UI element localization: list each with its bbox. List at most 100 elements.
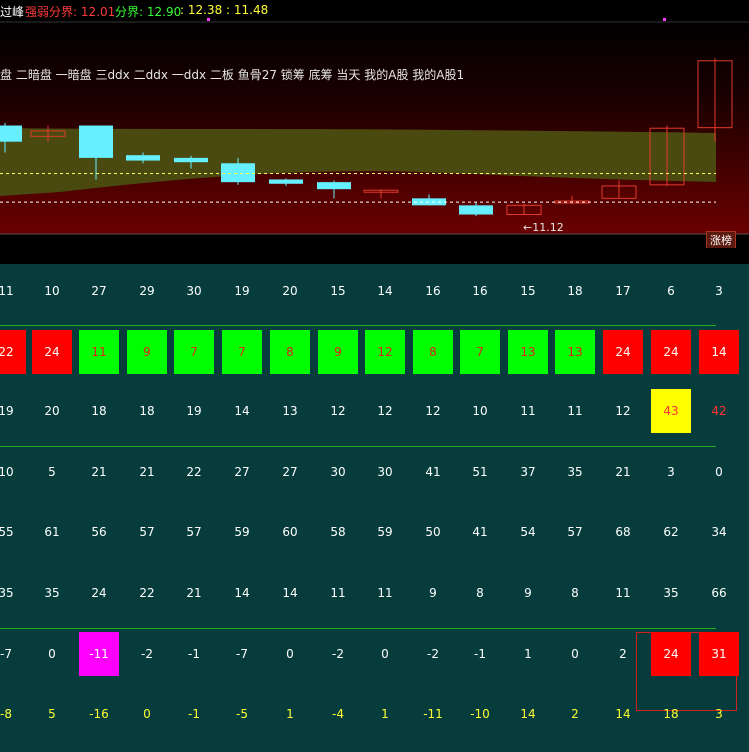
table-cell: 35 <box>0 586 14 600</box>
candle-body <box>363 189 399 193</box>
table-cell: 14 <box>520 707 536 721</box>
table-cell: -1 <box>474 647 486 661</box>
table-cell: 51 <box>472 465 488 479</box>
indicator-header: 过峰 强弱分界: 12.01 分界: 12.90 : 12.38 : 11.48 <box>0 0 749 22</box>
table-cell: 14 <box>615 707 631 721</box>
table-cell: -1 <box>188 707 200 721</box>
table-cell: 14 <box>234 404 250 418</box>
table-cell: 1 <box>286 707 294 721</box>
table-cell: 60 <box>282 525 298 539</box>
table-cell: 6 <box>667 284 675 298</box>
strong-weak-label: 强弱分界: 12.01 <box>25 5 116 19</box>
table-cell: 18 <box>567 284 583 298</box>
table-cell: 30 <box>377 465 393 479</box>
table-cell: 9 <box>429 586 437 600</box>
table-cell: 8 <box>429 345 437 359</box>
table-cell: 19 <box>234 284 250 298</box>
candle <box>506 203 542 216</box>
candlestick-chart[interactable]: 过峰 强弱分界: 12.01 分界: 12.90 : 12.38 : 11.48… <box>0 0 749 249</box>
table-cell: 3 <box>715 284 723 298</box>
table-cell: 11 <box>377 586 393 600</box>
table-cell: -2 <box>332 647 344 661</box>
table-cell: 22 <box>0 345 14 359</box>
table-cell: 16 <box>472 284 488 298</box>
table-cell: 0 <box>48 647 56 661</box>
candle-body <box>601 185 637 199</box>
table-cell: 0 <box>286 647 294 661</box>
table-cell: 16 <box>425 284 441 298</box>
table-cell: 35 <box>567 465 583 479</box>
candle-body <box>649 127 685 186</box>
boundary-label: 分界: 12.90 <box>115 5 182 19</box>
table-cell: -11 <box>423 707 443 721</box>
table-cell: 14 <box>377 284 393 298</box>
table-cell: 18 <box>91 404 107 418</box>
table-cell: -2 <box>427 647 439 661</box>
low-price-label: ←11.12 <box>523 221 564 234</box>
candle-body <box>174 157 208 163</box>
table-cell: 54 <box>520 525 536 539</box>
indicator-list[interactable]: 盘 二暗盘 一暗盘 三ddx 二ddx 一ddx 二板 鱼骨27 锁筹 底筹 当… <box>0 66 464 83</box>
table-cell: 11 <box>615 586 631 600</box>
table-cell: 5 <box>48 465 56 479</box>
table-cell: 11 <box>330 586 346 600</box>
table-cell: 34 <box>711 525 727 539</box>
table-cell: 14 <box>711 345 727 359</box>
table-cell: 21 <box>186 586 202 600</box>
candle-body <box>221 163 255 183</box>
table-cell: 66 <box>711 586 727 600</box>
table-cell: 3 <box>715 707 723 721</box>
table-cell: -5 <box>236 707 248 721</box>
table-cell: -7 <box>0 647 12 661</box>
table-cell: 19 <box>0 404 14 418</box>
zhangbang-button[interactable]: 涨榜 <box>706 231 736 249</box>
table-cell: 62 <box>663 525 679 539</box>
table-cell: -10 <box>470 707 490 721</box>
row-divider <box>0 325 716 326</box>
table-cell: 29 <box>139 284 155 298</box>
table-cell: 42 <box>711 404 727 418</box>
table-cell: 24 <box>663 647 679 661</box>
table-cell: -8 <box>0 707 12 721</box>
table-cell: 0 <box>143 707 151 721</box>
table-cell: 55 <box>0 525 14 539</box>
table-cell: 11 <box>520 404 536 418</box>
table-cell: 12 <box>377 345 393 359</box>
table-cell: 31 <box>711 647 727 661</box>
table-cell: 57 <box>186 525 202 539</box>
candle-body <box>30 130 66 137</box>
table-cell: 0 <box>381 647 389 661</box>
table-cell: 8 <box>286 345 294 359</box>
table-cell: 58 <box>330 525 346 539</box>
candle-body <box>0 125 22 142</box>
candle-body <box>317 182 351 190</box>
table-cell: 35 <box>44 586 60 600</box>
table-cell: -4 <box>332 707 344 721</box>
table-cell: 10 <box>0 465 14 479</box>
table-cell: 2 <box>619 647 627 661</box>
table-cell: 7 <box>476 345 484 359</box>
table-cell: -7 <box>236 647 248 661</box>
candle-body <box>506 204 542 216</box>
table-cell: 24 <box>91 586 107 600</box>
candle-body <box>459 205 493 215</box>
row-divider <box>0 628 716 629</box>
table-cell: 50 <box>425 525 441 539</box>
table-cell: 8 <box>476 586 484 600</box>
table-cell: 3 <box>667 465 675 479</box>
table-cell: 17 <box>615 284 631 298</box>
table-cell: 11 <box>0 284 14 298</box>
values-label: : 12.38 : 11.48 <box>180 3 269 17</box>
table-cell: 22 <box>139 586 155 600</box>
table-cell: 18 <box>139 404 155 418</box>
table-cell: 12 <box>615 404 631 418</box>
table-cell: 13 <box>567 345 583 359</box>
table-cell: 21 <box>139 465 155 479</box>
table-cell: 68 <box>615 525 631 539</box>
table-cell: 24 <box>44 345 60 359</box>
table-cell: 15 <box>520 284 536 298</box>
table-cell: 27 <box>282 465 298 479</box>
table-cell: 21 <box>91 465 107 479</box>
candle-body <box>269 179 303 184</box>
table-cell: 2 <box>571 707 579 721</box>
